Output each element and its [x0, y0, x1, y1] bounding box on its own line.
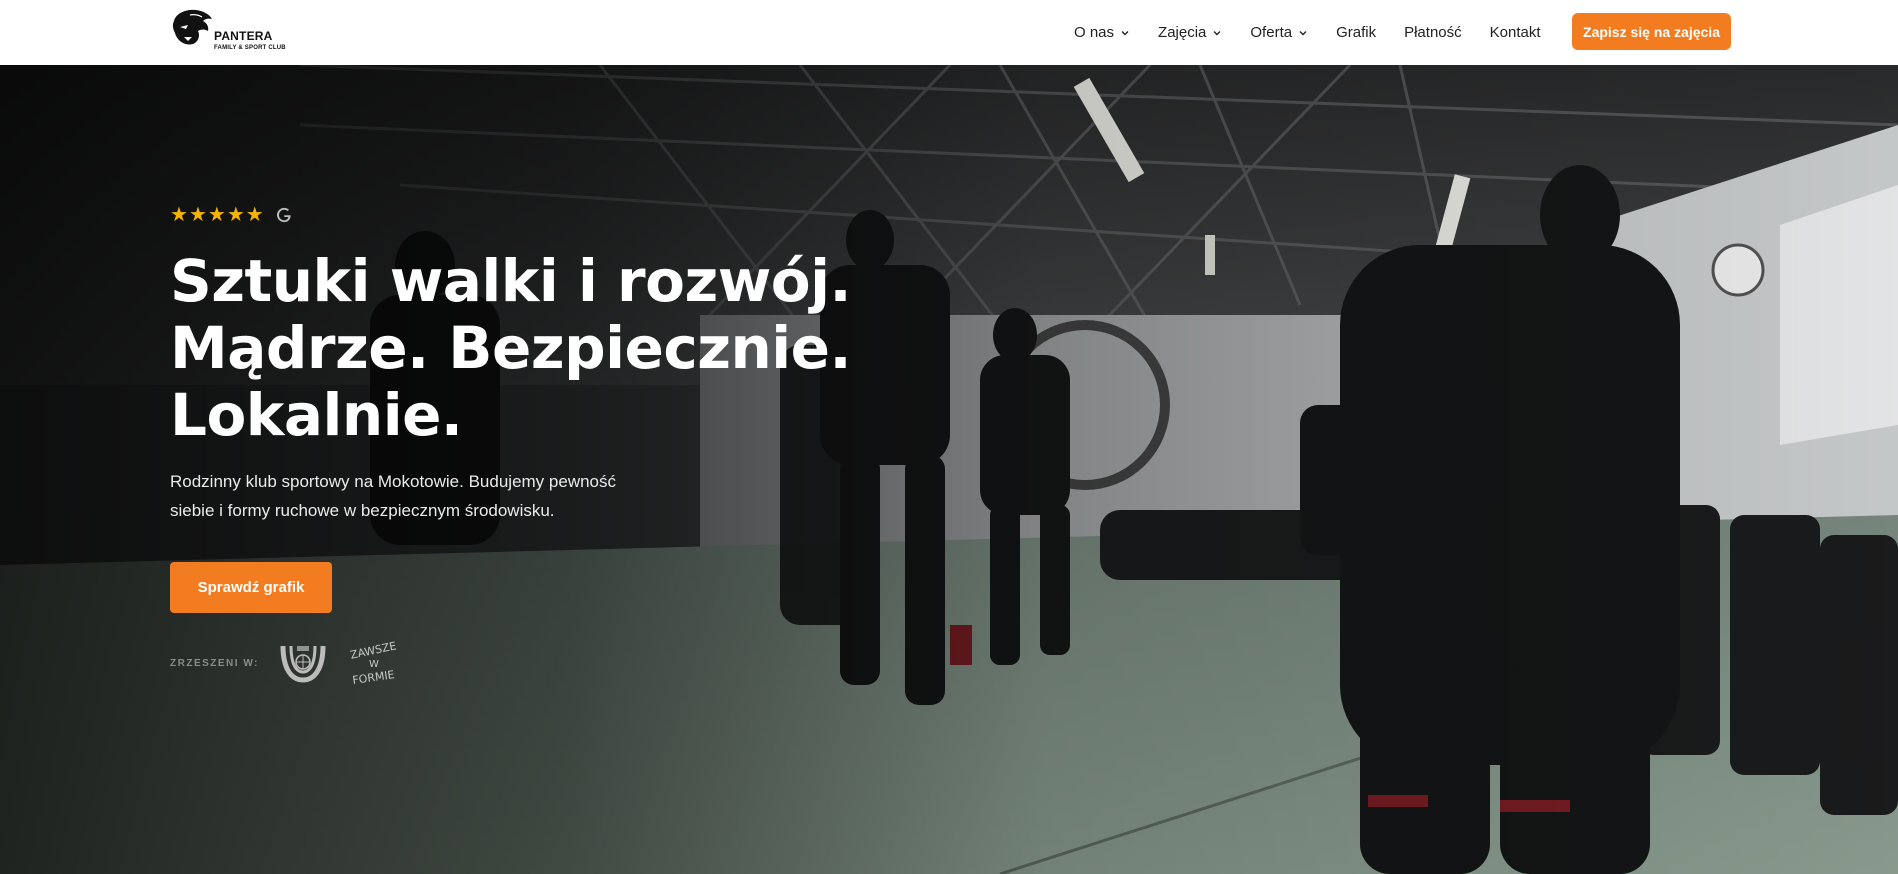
hero-subtitle: Rodzinny klub sportowy na Mokotowie. Bud…	[170, 472, 617, 520]
panther-head-icon	[172, 9, 212, 45]
svg-text:W: W	[369, 659, 379, 670]
zawsze-w-formie-logo[interactable]: ZAWSZE W FORMIE	[349, 639, 399, 687]
site-header: PANTERA FAMILY & SPORT CLUB O nas Zajęci…	[0, 0, 1898, 65]
nav-item-label: Płatność	[1404, 24, 1462, 41]
nav-item-label: O nas	[1074, 24, 1115, 41]
google-icon	[276, 207, 291, 223]
nav-item-label: Kontakt	[1489, 24, 1541, 41]
hero-content: ★ ★ ★ ★ ★ Sztuki walki i rozwój. Mądrze.…	[170, 65, 1070, 874]
chevron-down-icon	[1213, 30, 1221, 35]
check-schedule-button[interactable]: Sprawdź grafik	[170, 562, 332, 613]
nav-item-grafik[interactable]: Grafik	[1336, 0, 1376, 65]
brand-tagline: FAMILY & SPORT CLUB	[214, 45, 286, 51]
nav-item-label: Grafik	[1336, 24, 1377, 41]
associations: ZRZESZENI W: ZAWSZE W FORMIE	[170, 639, 419, 687]
chevron-down-icon	[1121, 30, 1129, 35]
svg-text:FORMIE: FORMIE	[352, 668, 396, 687]
google-rating: ★ ★ ★ ★ ★	[170, 205, 293, 225]
nav-item-oferta[interactable]: Oferta	[1250, 0, 1308, 65]
headline-line: Lokalnie.	[170, 381, 463, 449]
main-nav: O nas Zajęcia Oferta Grafik Płatność Kon…	[1074, 0, 1569, 65]
brand-logo[interactable]: PANTERA FAMILY & SPORT CLUB	[170, 7, 286, 55]
star-icon: ★	[170, 204, 188, 226]
nav-item-o-nas[interactable]: O nas	[1074, 0, 1130, 65]
signup-button[interactable]: Zapisz się na zajęcia	[1572, 13, 1731, 50]
star-icon: ★	[226, 204, 245, 226]
headline-line: Mądrze. Bezpiecznie.	[170, 314, 852, 382]
star-icon: ★	[188, 204, 207, 226]
headline-line: Sztuki walki i rozwój.	[170, 247, 852, 315]
hero-headline: Sztuki walki i rozwój. Mądrze. Bezpieczn…	[170, 248, 1070, 449]
hero-section: ★ ★ ★ ★ ★ Sztuki walki i rozwój. Mądrze.…	[0, 65, 1898, 874]
nav-item-platnosc[interactable]: Płatność	[1404, 0, 1462, 65]
associations-label: ZRZESZENI W:	[170, 657, 259, 669]
nav-item-kontakt[interactable]: Kontakt	[1490, 0, 1541, 65]
nav-item-label: Zajęcia	[1158, 24, 1207, 41]
chevron-down-icon	[1299, 30, 1307, 35]
star-icon: ★	[245, 204, 264, 226]
organization-emblem-icon[interactable]	[277, 640, 329, 686]
nav-item-label: Oferta	[1250, 24, 1293, 41]
nav-item-zajecia[interactable]: Zajęcia	[1158, 0, 1222, 65]
brand-name: PANTERA	[214, 29, 273, 43]
star-icon: ★	[207, 204, 226, 226]
